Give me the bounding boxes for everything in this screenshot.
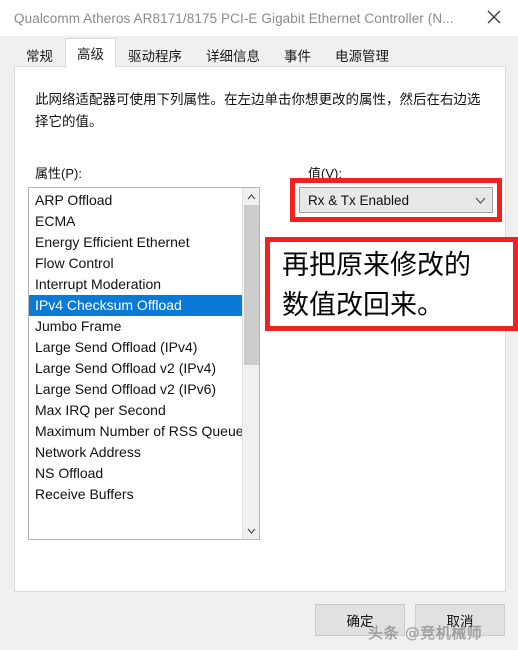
annotation-callout: 再把原来修改的 数值改回来。	[265, 237, 518, 331]
list-item[interactable]: Energy Efficient Ethernet	[29, 232, 242, 253]
list-item[interactable]: Flow Control	[29, 253, 242, 274]
tab-events[interactable]: 事件	[272, 40, 323, 68]
list-item[interactable]: Large Send Offload v2 (IPv4)	[29, 358, 242, 379]
list-item[interactable]: ECMA	[29, 211, 242, 232]
chevron-down-icon	[247, 528, 256, 534]
tab-driver[interactable]: 驱动程序	[116, 40, 194, 68]
list-item[interactable]: Jumbo Frame	[29, 316, 242, 337]
tab-advanced[interactable]: 高级	[65, 38, 116, 68]
list-item[interactable]: Large Send Offload v2 (IPv6)	[29, 379, 242, 400]
list-item[interactable]: Large Send Offload (IPv4)	[29, 337, 242, 358]
scroll-up-button[interactable]	[243, 188, 260, 205]
list-item[interactable]: Maximum Number of RSS Queue	[29, 421, 242, 442]
list-item[interactable]: Max IRQ per Second	[29, 400, 242, 421]
property-listbox[interactable]: ARP Offload ECMA Energy Efficient Ethern…	[28, 187, 260, 540]
value-combobox-text: Rx & Tx Enabled	[308, 192, 410, 208]
chevron-down-icon	[475, 197, 485, 204]
list-item[interactable]: ARP Offload	[29, 190, 242, 211]
list-item[interactable]: Network Address	[29, 442, 242, 463]
chevron-up-icon	[247, 193, 256, 199]
ok-button[interactable]: 确定	[315, 604, 405, 636]
property-list-items: ARP Offload ECMA Energy Efficient Ethern…	[29, 188, 242, 539]
panel-description: 此网络适配器可使用下列属性。在左边单击你想更改的属性，然后在右边选择它的值。	[35, 92, 481, 129]
list-item[interactable]: NS Offload	[29, 463, 242, 484]
property-list-label: 属性(P):	[35, 166, 82, 181]
value-combobox[interactable]: Rx & Tx Enabled	[299, 187, 493, 213]
scroll-down-button[interactable]	[243, 522, 260, 539]
list-item[interactable]: Interrupt Moderation	[29, 274, 242, 295]
tab-strip: 常规 高级 驱动程序 详细信息 事件 电源管理	[0, 36, 518, 68]
title-bar: Qualcomm Atheros AR8171/8175 PCI-E Gigab…	[0, 0, 518, 36]
device-properties-dialog: Qualcomm Atheros AR8171/8175 PCI-E Gigab…	[0, 0, 518, 650]
list-item[interactable]: Receive Buffers	[29, 484, 242, 505]
window-title: Qualcomm Atheros AR8171/8175 PCI-E Gigab…	[14, 10, 454, 26]
property-list-scrollbar[interactable]	[242, 188, 259, 539]
tab-power-management[interactable]: 电源管理	[323, 40, 401, 68]
tab-general[interactable]: 常规	[14, 40, 65, 68]
close-button[interactable]	[472, 0, 516, 34]
cancel-button[interactable]: 取消	[415, 604, 505, 636]
scrollbar-thumb[interactable]	[244, 205, 259, 365]
tab-details[interactable]: 详细信息	[194, 40, 272, 68]
value-combobox-arrow[interactable]	[468, 197, 492, 204]
close-icon	[487, 10, 501, 24]
annotation-text: 再把原来修改的 数值改回来。	[282, 250, 471, 321]
list-item-selected[interactable]: IPv4 Checksum Offload	[29, 295, 242, 316]
